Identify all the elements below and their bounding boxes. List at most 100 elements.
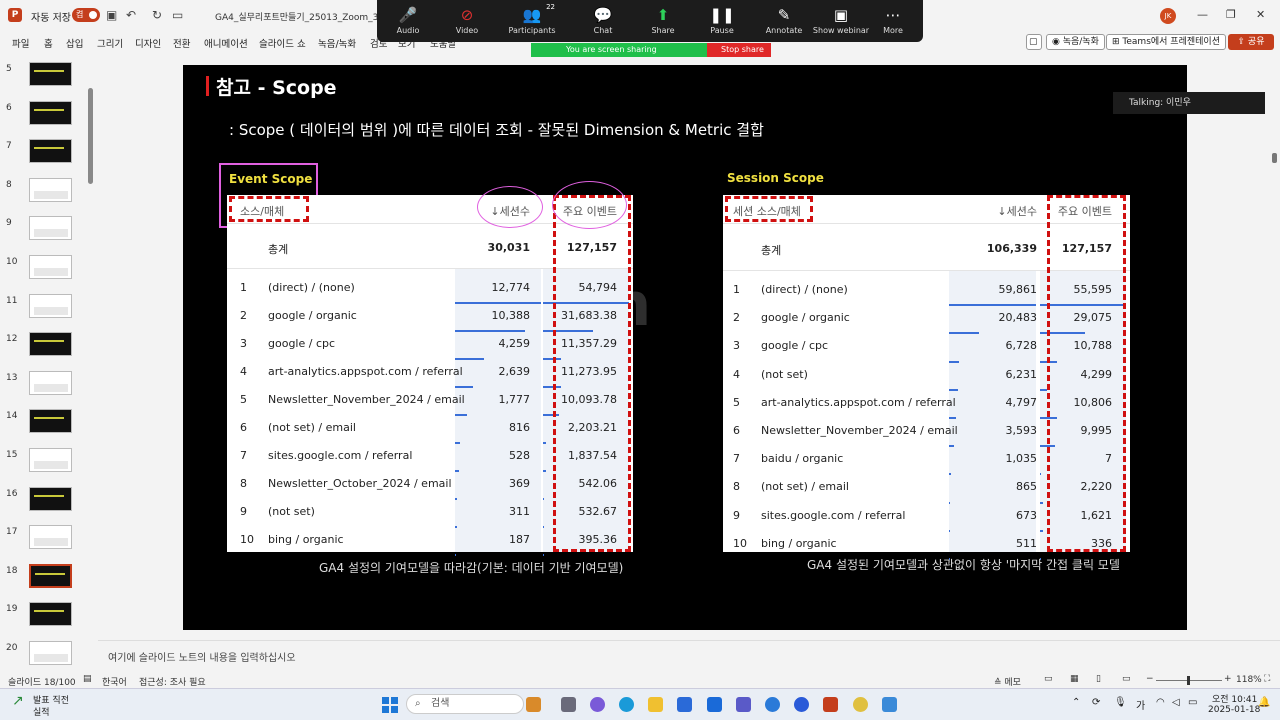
tray-chevron-icon[interactable]: ⌃ (1072, 697, 1080, 708)
clock-date[interactable]: 2025-01-18 (1208, 705, 1260, 715)
slide-thumbnail[interactable] (29, 641, 72, 665)
row-source-medium[interactable]: google / organic (761, 311, 850, 324)
sessions-header[interactable]: ↓세션수 (997, 203, 1037, 219)
slide-thumbnail[interactable] (29, 409, 72, 434)
comments-icon[interactable]: ▢ (1026, 34, 1042, 50)
powerpoint-taskbar-icon[interactable] (823, 697, 838, 712)
volume-icon[interactable]: ◁ (1172, 697, 1180, 708)
row-source-medium[interactable]: google / organic (268, 309, 357, 322)
slide-thumbnail[interactable] (29, 100, 72, 125)
notes-pane[interactable]: 여기에 슬라이드 노트의 내용을 입력하십시오 (98, 640, 1280, 672)
microphone-tray-icon[interactable]: 🎙 (1114, 697, 1127, 708)
slide-thumbnail[interactable] (29, 486, 72, 511)
annotate-button[interactable]: ✎ Annotate (759, 0, 809, 42)
ribbon-tab[interactable]: 녹음/녹화 (318, 36, 356, 50)
wifi-icon[interactable]: ◠ (1156, 697, 1165, 708)
maximize-icon[interactable]: ❐ (1226, 8, 1236, 21)
zoom-out-icon[interactable]: − (1146, 674, 1154, 684)
taskbar-search[interactable]: ⌕ 검색 (406, 694, 524, 714)
row-source-medium[interactable]: (not set) / email (268, 421, 356, 434)
undo-icon[interactable]: ↶ (126, 8, 136, 22)
ribbon-tab[interactable]: 파일 (12, 36, 29, 50)
row-source-medium[interactable]: (direct) / (none) (761, 283, 848, 296)
slideshow-view-icon[interactable]: ▭ (1122, 674, 1131, 684)
stop-share-button[interactable]: Stop share (707, 43, 771, 57)
record-button[interactable]: ◉ 녹음/녹화 (1046, 34, 1105, 50)
notepad-icon[interactable] (882, 697, 897, 712)
teams-present-button[interactable]: ⊞ Teams에서 프레젠테이션 (1106, 34, 1226, 50)
row-source-medium[interactable]: art-analytics.appspot.com / referral (268, 365, 463, 378)
video-button[interactable]: ⊘ Video (447, 0, 487, 42)
ribbon-tab[interactable]: 애니메이션 (204, 36, 248, 50)
audio-button[interactable]: 🎤 Audio (387, 0, 429, 42)
slide-thumbnail[interactable] (29, 255, 72, 279)
row-source-medium[interactable]: google / cpc (268, 337, 335, 350)
zoom-in-icon[interactable]: + (1224, 674, 1232, 684)
row-source-medium[interactable]: baidu / organic (761, 452, 843, 465)
chrome-icon[interactable] (853, 697, 868, 712)
slide-thumbnail[interactable] (29, 216, 72, 241)
slide-thumbnail[interactable] (29, 563, 72, 588)
taskbar-app-icon[interactable] (526, 697, 541, 712)
fit-to-window-icon[interactable]: ⛶ (1264, 674, 1270, 684)
row-source-medium[interactable]: Newsletter_October_2024 / email (268, 477, 452, 490)
language[interactable]: 한국어 (102, 675, 127, 688)
notes-button[interactable]: ≙ 메모 (994, 675, 1021, 688)
accessibility-status[interactable]: 접근성: 조사 필요 (139, 675, 206, 688)
chat-button[interactable]: 💬 Chat (582, 0, 624, 42)
battery-icon[interactable]: ▭ (1188, 697, 1197, 708)
participants-button[interactable]: 👥 22 Participants (507, 0, 557, 42)
slide-sorter-icon[interactable]: ▦ (1070, 674, 1079, 684)
task-view-icon[interactable] (561, 697, 576, 712)
notification-icon[interactable]: 🔔 (1258, 697, 1270, 708)
row-source-medium[interactable]: Newsletter_November_2024 / email (761, 424, 958, 437)
store-icon[interactable] (677, 697, 692, 712)
teams-icon[interactable] (736, 697, 751, 712)
row-source-medium[interactable]: Newsletter_November_2024 / email (268, 393, 465, 406)
file-explorer-icon[interactable] (648, 697, 663, 712)
row-source-medium[interactable]: (direct) / (none) (268, 281, 355, 294)
present-icon[interactable]: ▭ (172, 8, 183, 22)
ribbon-tab[interactable]: 디자인 (135, 36, 161, 50)
thumbnail-scrollbar[interactable] (86, 55, 94, 667)
zoom-slider[interactable] (1156, 676, 1222, 685)
sync-icon[interactable]: ⟳ (1092, 697, 1100, 708)
close-icon[interactable]: ✕ (1256, 8, 1265, 21)
zoom-level[interactable]: 118% (1236, 675, 1262, 685)
ribbon-tab[interactable]: 슬라이드 쇼 (259, 36, 306, 50)
row-source-medium[interactable]: bing / organic (761, 537, 837, 550)
slide-thumbnail[interactable] (29, 332, 72, 357)
row-source-medium[interactable]: (not set) / email (761, 480, 849, 493)
normal-view-icon[interactable]: ▭ (1044, 674, 1053, 684)
slide-thumbnail[interactable] (29, 525, 72, 550)
stock-widget-icon[interactable]: ↗ (12, 693, 24, 709)
redo-icon[interactable]: ↻ (152, 8, 162, 22)
row-source-medium[interactable]: (not set) (761, 368, 808, 381)
row-source-medium[interactable]: google / cpc (761, 339, 828, 352)
reading-view-icon[interactable]: ▯ (1096, 674, 1101, 684)
slide-thumbnail[interactable] (29, 62, 72, 86)
pause-button[interactable]: ❚❚ Pause (702, 0, 742, 42)
autosave-toggle[interactable]: 켬 (72, 8, 100, 22)
windows-start-icon[interactable] (382, 697, 398, 713)
ribbon-tab[interactable]: 그리기 (97, 36, 123, 50)
share-button[interactable]: ⬆ Share (642, 0, 684, 42)
save-icon[interactable]: ▣ (106, 8, 117, 22)
edge-icon[interactable] (619, 697, 634, 712)
row-source-medium[interactable]: (not set) (268, 505, 315, 518)
ribbon-tab[interactable]: 삽입 (66, 36, 83, 50)
row-source-medium[interactable]: bing / organic (268, 533, 344, 546)
minimize-icon[interactable]: — (1197, 8, 1208, 21)
navigator-icon[interactable] (765, 697, 780, 712)
row-source-medium[interactable]: sites.google.com / referral (268, 449, 412, 462)
spellcheck-icon[interactable]: ▤ (83, 674, 92, 684)
ime-icon[interactable]: 가 (1136, 697, 1145, 712)
copilot-icon[interactable] (590, 697, 605, 712)
slide-thumbnail[interactable] (29, 370, 72, 395)
ribbon-tab[interactable]: 홈 (44, 36, 53, 50)
slide-thumbnail[interactable] (29, 177, 72, 202)
show-webinar-button[interactable]: ▣ Show webinar (807, 0, 875, 42)
ribbon-tab[interactable]: 전환 (173, 36, 190, 50)
slide-scrollbar[interactable] (1268, 55, 1278, 667)
slide-thumbnail[interactable] (29, 293, 72, 318)
